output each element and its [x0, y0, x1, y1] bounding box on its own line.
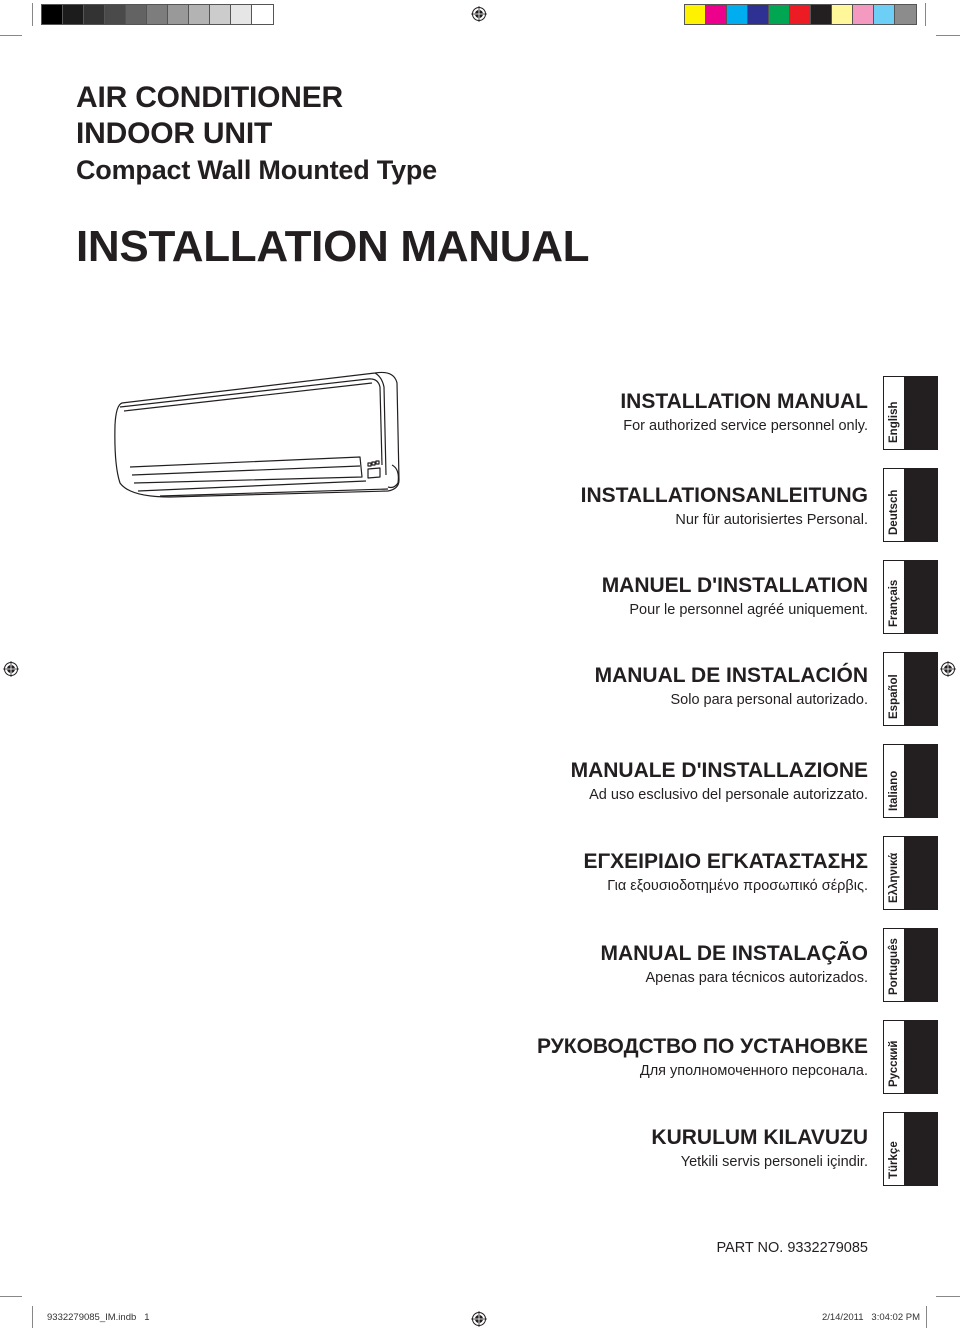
language-section-italiano: MANUALE D'INSTALLAZIONE Ad uso esclusivo…	[571, 759, 868, 805]
section-subtitle: Pour le personnel agréé uniquement.	[629, 602, 868, 618]
registration-mark-icon	[471, 1311, 487, 1327]
language-section-espanol: MANUAL DE INSTALACIÓN Solo para personal…	[595, 664, 868, 710]
tab-label: Deutsch	[888, 489, 900, 535]
grayscale-swatch	[63, 5, 84, 24]
section-subtitle: Для уполномоченного персонала.	[639, 1063, 868, 1079]
color-swatch	[811, 5, 832, 24]
section-subtitle: Yetkili servis personeli içindir.	[680, 1154, 868, 1170]
language-section-russian: РУКОВОДСТВО ПО УСТАНОВКЕ Для уполномочен…	[537, 1035, 868, 1081]
language-section-english: INSTALLATION MANUAL For authorized servi…	[620, 390, 868, 436]
language-section-deutsch: INSTALLATIONSANLEITUNG Nur für autorisie…	[581, 484, 868, 530]
section-title: MANUEL D'INSTALLATION	[601, 574, 868, 597]
color-swatch	[790, 5, 811, 24]
footer-file-name: 9332279085_IM.indb 1	[47, 1312, 150, 1323]
crop-mark	[0, 35, 22, 36]
language-tab-greek: Ελληνικά	[883, 836, 938, 910]
grayscale-swatch	[252, 5, 273, 24]
crop-mark	[32, 3, 33, 26]
process-color-bar	[684, 4, 917, 25]
grayscale-swatch	[105, 5, 126, 24]
color-swatch	[853, 5, 874, 24]
tab-label: Français	[888, 579, 900, 627]
grayscale-swatch	[42, 5, 63, 24]
crop-mark	[936, 35, 960, 36]
color-swatch	[874, 5, 895, 24]
color-swatch	[706, 5, 727, 24]
grayscale-swatch	[210, 5, 231, 24]
language-tab-russian: Русский	[883, 1020, 938, 1094]
language-tab-deutsch: Deutsch	[883, 468, 938, 542]
tab-label: Português	[888, 938, 900, 995]
section-title: KURULUM KILAVUZU	[651, 1126, 868, 1149]
section-title: MANUAL DE INSTALACIÓN	[594, 664, 868, 687]
grayscale-swatch	[231, 5, 252, 24]
air-conditioner-illustration	[114, 371, 400, 498]
product-unit: INDOOR UNIT	[76, 117, 273, 150]
grayscale-swatch	[126, 5, 147, 24]
color-swatch	[727, 5, 748, 24]
section-title: INSTALLATION MANUAL	[620, 390, 868, 413]
crop-mark	[0, 1296, 22, 1297]
grayscale-swatch	[147, 5, 168, 24]
tab-label: English	[888, 401, 900, 443]
color-swatch	[769, 5, 790, 24]
document-title: INSTALLATION MANUAL	[76, 222, 590, 271]
tab-label: Türkçe	[888, 1141, 900, 1179]
color-swatch	[685, 5, 706, 24]
registration-mark-icon	[940, 661, 956, 677]
language-section-greek: ΕΓΧΕΙΡΙΔΙΟ ΕΓΚΑΤΑΣΤΑΣΗΣ Για εξουσιοδοτημ…	[584, 850, 868, 896]
crop-mark	[32, 1306, 33, 1328]
section-title: MANUAL DE INSTALAÇÃO	[600, 942, 868, 965]
section-subtitle: Solo para personal autorizado.	[670, 692, 869, 708]
section-title: РУКОВОДСТВО ПО УСТАНОВКЕ	[536, 1035, 868, 1058]
registration-mark-icon	[3, 661, 19, 677]
tab-label: Español	[888, 674, 900, 719]
language-tab-espanol: Español	[883, 652, 938, 726]
product-category: AIR CONDITIONER	[76, 81, 344, 114]
section-subtitle: Ad uso esclusivo del personale autorizza…	[589, 787, 868, 803]
language-section-francais: MANUEL D'INSTALLATION Pour le personnel …	[602, 574, 868, 620]
language-tab-italiano: Italiano	[883, 744, 938, 818]
grayscale-swatch	[84, 5, 105, 24]
tab-label: Ελληνικά	[888, 852, 900, 903]
grayscale-swatch	[189, 5, 210, 24]
registration-mark-icon	[471, 6, 487, 22]
section-subtitle: For authorized service personnel only.	[623, 418, 868, 434]
grayscale-swatch	[168, 5, 189, 24]
color-swatch	[832, 5, 853, 24]
section-subtitle: Για εξουσιοδοτημένο προσωπικό σέρβις.	[607, 878, 868, 894]
section-title: INSTALLATIONSANLEITUNG	[580, 484, 868, 507]
color-swatch	[895, 5, 916, 24]
section-title: MANUALE D'INSTALLAZIONE	[570, 759, 868, 782]
product-type: Compact Wall Mounted Type	[76, 155, 438, 185]
section-subtitle: Apenas para técnicos autorizados.	[645, 970, 868, 986]
language-tab-turkce: Türkçe	[883, 1112, 938, 1186]
footer-timestamp: 2/14/2011 3:04:02 PM	[821, 1312, 920, 1323]
section-title: ΕΓΧΕΙΡΙΔΙΟ ΕΓΚΑΤΑΣΤΑΣΗΣ	[583, 850, 868, 873]
crop-mark	[925, 3, 926, 26]
part-number: PART NO. 9332279085	[716, 1240, 868, 1256]
language-tab-francais: Français	[883, 560, 938, 634]
crop-mark	[936, 1296, 960, 1297]
language-section-portugues: MANUAL DE INSTALAÇÃO Apenas para técnico…	[600, 942, 868, 988]
grayscale-color-bar	[41, 4, 274, 25]
language-tab-portugues: Português	[883, 928, 938, 1002]
language-section-turkce: KURULUM KILAVUZU Yetkili servis personel…	[651, 1126, 868, 1172]
section-subtitle: Nur für autorisiertes Personal.	[675, 512, 868, 528]
tab-label: Italiano	[888, 770, 900, 811]
language-tab-english: English	[883, 376, 938, 450]
color-swatch	[748, 5, 769, 24]
tab-label: Русский	[888, 1040, 900, 1087]
crop-mark	[926, 1306, 927, 1328]
